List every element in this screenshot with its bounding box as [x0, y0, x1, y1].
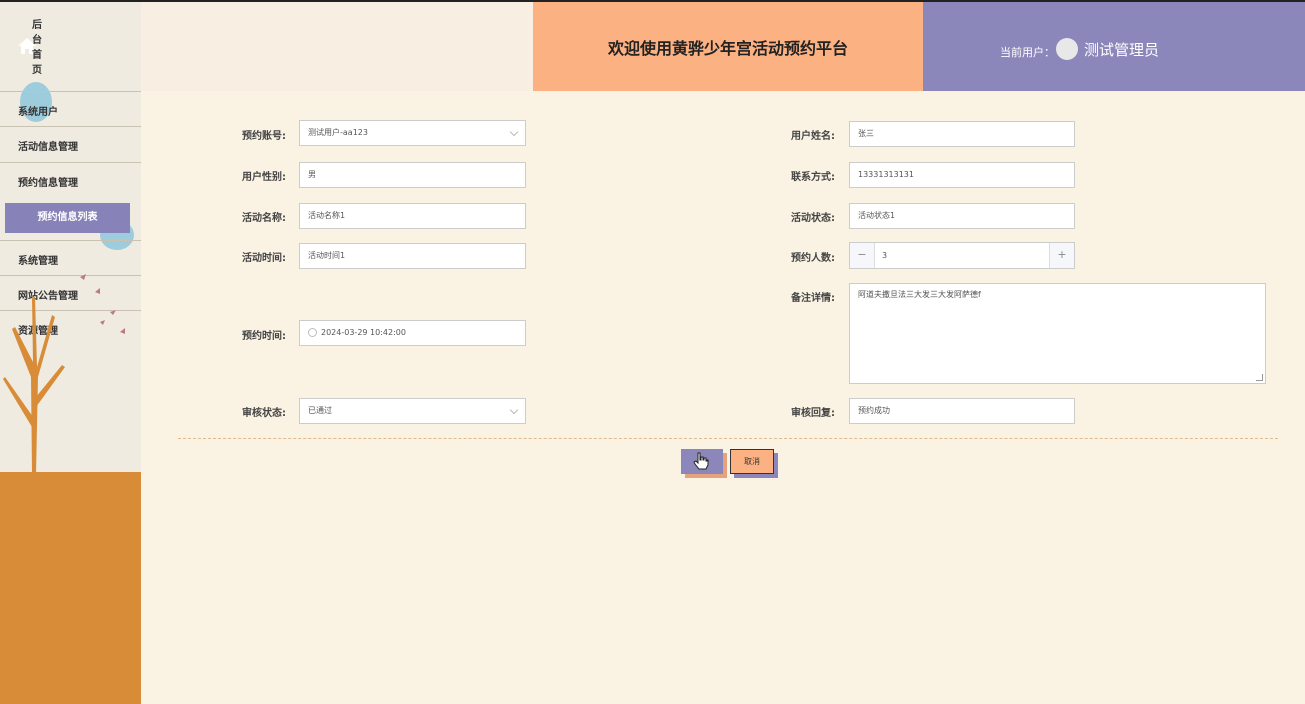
avatar[interactable] — [1056, 38, 1078, 60]
activity-status-field[interactable]: 活动状态1 — [849, 203, 1075, 229]
home-label: 后台首页 — [32, 20, 42, 76]
review-status-label: 审核状态: — [242, 408, 286, 419]
activity-status-label: 活动状态: — [791, 213, 835, 224]
sidebar-item-users[interactable]: 系统用户 — [0, 91, 141, 125]
home-link[interactable]: 后台首页 — [18, 20, 42, 76]
clock-icon — [308, 328, 317, 337]
activity-name-field[interactable]: 活动名称1 — [299, 203, 526, 229]
resize-handle-icon[interactable] — [1256, 374, 1263, 381]
booking-time-label: 预约时间: — [242, 331, 286, 342]
booking-time-picker[interactable]: 2024-03-29 10:42:00 — [299, 320, 526, 346]
chevron-down-icon — [509, 127, 519, 137]
plus-button[interactable]: + — [1049, 243, 1074, 268]
people-count-value[interactable]: 3 — [882, 243, 887, 268]
review-reply-field[interactable]: 预约成功 — [849, 398, 1075, 424]
review-reply-label: 审核回复: — [791, 408, 835, 419]
booking-time-value: 2024-03-29 10:42:00 — [321, 328, 406, 337]
page-title: 欢迎使用黄骅少年宫活动预约平台 — [607, 38, 848, 58]
sidebar-item-label: 活动信息管理 — [18, 142, 78, 153]
activity-time-field[interactable]: 活动时间1 — [299, 243, 526, 269]
current-user-label: 当前用户： — [1000, 46, 1055, 59]
remarks-label: 备注详情: — [791, 293, 835, 304]
divider — [178, 438, 1278, 439]
people-count-label: 预约人数: — [791, 253, 835, 264]
username: 测试管理员 — [1084, 41, 1160, 59]
review-status-value: 已通过 — [308, 406, 332, 415]
gender-label: 用户性别: — [242, 172, 286, 183]
user-name-label: 用户姓名: — [791, 131, 835, 142]
contact-label: 联系方式: — [791, 172, 835, 183]
sidebar-subitem-booking-list[interactable]: 预约信息列表 — [5, 203, 130, 233]
cancel-button[interactable]: 取消 — [730, 449, 774, 474]
minus-button[interactable]: − — [850, 243, 875, 268]
user-panel: 当前用户： 测试管理员 — [923, 2, 1305, 91]
activity-name-label: 活动名称: — [242, 213, 286, 224]
account-label: 预约账号: — [242, 131, 286, 142]
sidebar-item-label: 预约信息管理 — [18, 178, 78, 189]
remarks-value: 阿道夫撒旦法三大发三大发阿萨德f — [858, 290, 981, 299]
sidebar-item-label: 系统用户 — [18, 107, 58, 118]
contact-field[interactable]: 13331313131 — [849, 162, 1075, 188]
activity-time-label: 活动时间: — [242, 253, 286, 264]
account-select[interactable]: 测试用户-aa123 — [299, 120, 526, 146]
sidebar-item-booking[interactable]: 预约信息管理 — [0, 162, 141, 196]
tree-decoration — [3, 274, 125, 475]
remarks-textarea[interactable]: 阿道夫撒旦法三大发三大发阿萨德f — [849, 283, 1266, 384]
sidebar: 后台首页 系统用户 活动信息管理 预约信息管理 预约信息列表 系统管理 网站公告… — [0, 2, 141, 704]
header-title-panel: 欢迎使用黄骅少年宫活动预约平台 — [533, 2, 923, 91]
user-name-field[interactable]: 张三 — [849, 121, 1075, 147]
review-status-select[interactable]: 已通过 — [299, 398, 526, 424]
hand-cursor-icon — [693, 452, 709, 470]
sidebar-item-activity[interactable]: 活动信息管理 — [0, 126, 141, 160]
gender-field[interactable]: 男 — [299, 162, 526, 188]
people-count-stepper[interactable]: − 3 + — [849, 242, 1075, 269]
chevron-down-icon — [509, 405, 519, 415]
account-value: 测试用户-aa123 — [308, 128, 368, 137]
